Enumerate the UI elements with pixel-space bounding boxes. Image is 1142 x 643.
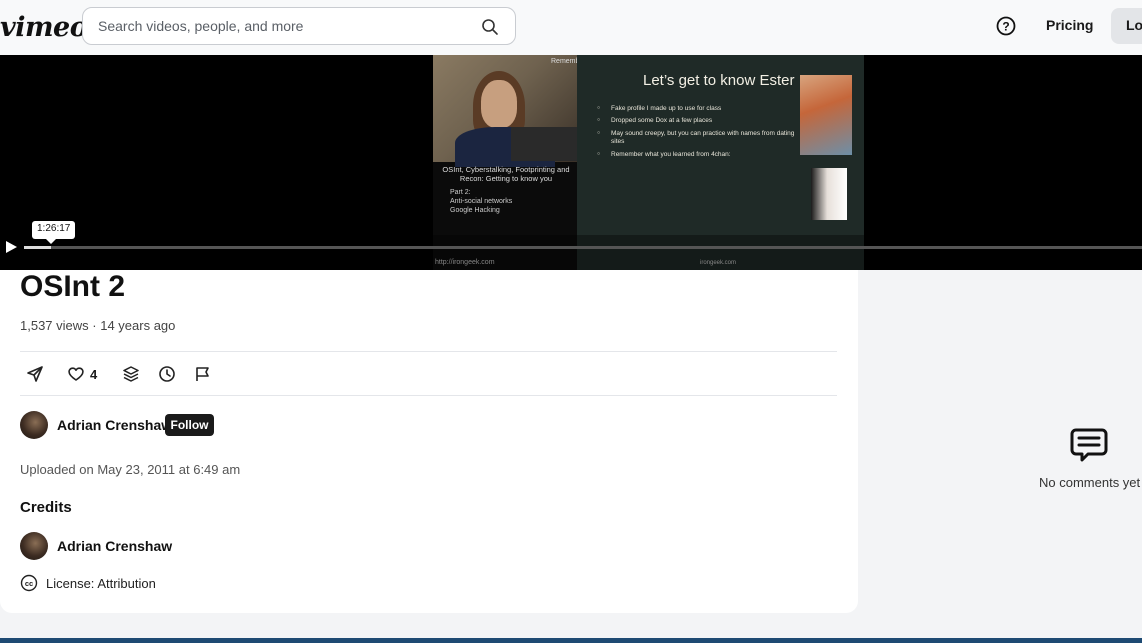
login-button[interactable]: Log (1111, 8, 1142, 44)
speaker-camera: Rememb (433, 55, 580, 167)
search-icon[interactable] (481, 18, 499, 36)
slide-bullet: Remember what you learned from 4chan: (597, 151, 802, 159)
collections-icon[interactable] (122, 365, 140, 383)
progress-bar[interactable] (24, 246, 1142, 249)
search-placeholder: Search videos, people, and more (98, 18, 304, 34)
slide-part-item: Anti-social networks (450, 197, 513, 205)
follow-button[interactable]: Follow (165, 414, 214, 436)
creative-commons-icon: cc (20, 574, 38, 592)
video-player[interactable]: Rememb OSInt, Cyberstalking, Footprintin… (0, 55, 1142, 270)
controls-overlay (0, 235, 1142, 270)
license-link[interactable]: License: Attribution (46, 576, 156, 591)
divider (20, 395, 837, 396)
no-comments-text: No comments yet (1039, 475, 1141, 490)
svg-text:cc: cc (25, 579, 33, 588)
slide-bullet: Dropped some Dox at a few places (597, 117, 802, 125)
pricing-link[interactable]: Pricing (1046, 17, 1093, 33)
video-title: OSInt 2 (20, 270, 125, 304)
slide-photo (800, 75, 852, 155)
watch-later-icon[interactable] (158, 365, 176, 383)
divider (20, 351, 837, 352)
uploader-name[interactable]: Adrian Crenshaw (57, 417, 172, 433)
slide-photo (811, 168, 847, 220)
play-icon[interactable] (4, 240, 18, 254)
flag-icon[interactable] (194, 365, 212, 383)
slide-part-item: Google Hacking (450, 206, 500, 214)
credits-heading: Credits (20, 499, 72, 516)
heart-icon[interactable] (67, 365, 85, 383)
help-icon[interactable]: ? (996, 16, 1016, 36)
slide-bullet: Fake profile I made up to use for class (597, 105, 802, 113)
slide-remember-text: Rememb (551, 58, 580, 65)
avatar[interactable] (20, 532, 48, 560)
like-count: 4 (90, 367, 98, 382)
time-tooltip: 1:26:17 (32, 221, 76, 244)
video-meta: 1,537 views · 14 years ago (20, 318, 175, 333)
search-input[interactable]: Search videos, people, and more (82, 7, 516, 45)
slide-title: Let’s get to know Ester (643, 72, 795, 89)
avatar[interactable] (20, 411, 48, 439)
slide-bullet: May sound creepy, but you can practice w… (597, 130, 802, 147)
progress-played (24, 246, 51, 249)
view-count: 1,537 views (20, 318, 89, 333)
top-header: vimeo Search videos, people, and more ? … (0, 0, 1142, 55)
slide-part-heading: Part 2: (450, 189, 471, 196)
slide-bullets: Fake profile I made up to use for class … (597, 105, 802, 163)
video-age: 14 years ago (100, 318, 176, 333)
footer-strip (0, 638, 1142, 643)
vimeo-logo[interactable]: vimeo (0, 12, 88, 43)
comments-panel: No comments yet (880, 270, 1142, 638)
slide-part: Part 2: Anti-social networks Google Hack… (450, 189, 512, 215)
upload-date: Uploaded on May 23, 2011 at 6:49 am (20, 462, 241, 477)
video-info-card: OSInt 2 1,537 views · 14 years ago 4 Adr… (0, 270, 858, 613)
svg-text:?: ? (1002, 20, 1009, 34)
share-icon[interactable] (26, 365, 44, 383)
credit-name[interactable]: Adrian Crenshaw (57, 538, 172, 554)
comment-icon (1070, 428, 1108, 462)
slide-caption: OSInt, Cyberstalking, Footprinting and R… (442, 165, 570, 183)
video-title-text: OSInt 2 (20, 270, 126, 303)
